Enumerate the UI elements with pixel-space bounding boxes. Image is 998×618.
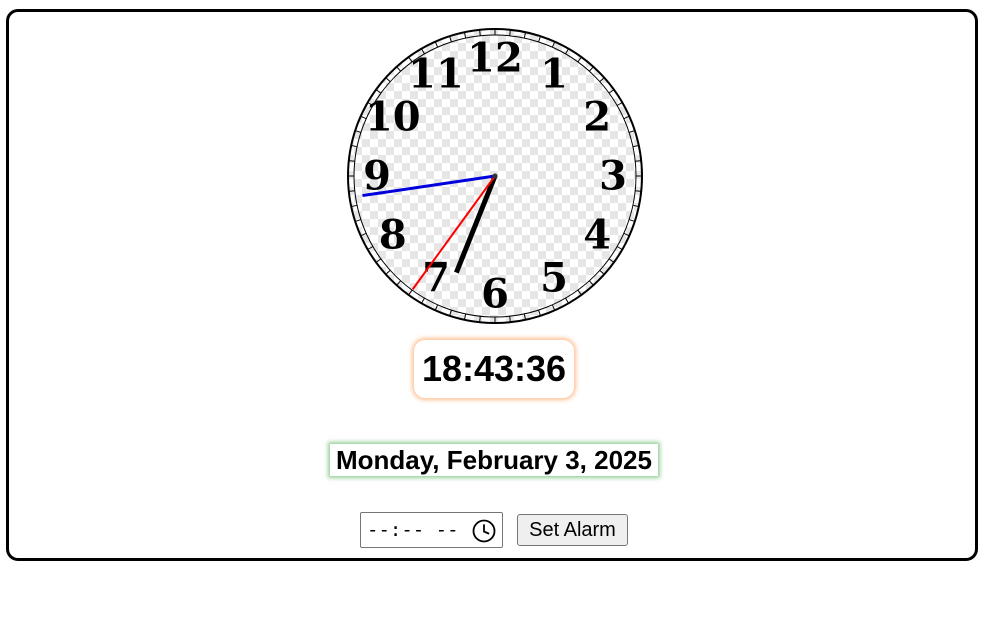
clock-numeral: 3 bbox=[599, 153, 627, 200]
clock-tick bbox=[635, 160, 642, 162]
clock-tick bbox=[348, 190, 355, 192]
clock-tick bbox=[509, 316, 511, 323]
clock-tick bbox=[635, 190, 642, 192]
clock-numeral: 7 bbox=[422, 255, 450, 302]
analog-clock-face: 12 1234567891011 bbox=[347, 28, 643, 324]
clock-center-pin bbox=[492, 173, 498, 179]
clock-numeral: 8 bbox=[379, 212, 407, 259]
clock-numeral: 11 bbox=[408, 50, 464, 97]
set-alarm-button[interactable]: Set Alarm bbox=[517, 514, 628, 546]
clock-tick bbox=[348, 160, 355, 162]
alarm-time-input[interactable]: --:-- -- bbox=[360, 512, 503, 548]
clock-numeral: 12 bbox=[467, 35, 523, 82]
analog-clock: 12 1 2 3 4 5 6 7 8 9 10 11 bbox=[346, 27, 644, 325]
date-display: Monday, February 3, 2025 bbox=[336, 444, 652, 475]
clock-icon[interactable] bbox=[472, 519, 496, 543]
clock-numeral: 2 bbox=[583, 94, 611, 141]
clock-numeral: 6 bbox=[481, 271, 509, 318]
digital-time: 18:43:36 bbox=[421, 348, 567, 389]
clock-numeral: 5 bbox=[540, 255, 568, 302]
clock-numeral: 10 bbox=[365, 94, 421, 141]
date-box: Monday, February 3, 2025 bbox=[330, 444, 658, 476]
digital-time-box: 18:43:36 bbox=[414, 340, 574, 398]
alarm-time-placeholder: --:-- -- bbox=[367, 519, 459, 541]
clock-numeral: 1 bbox=[540, 50, 568, 97]
clock-numeral: 4 bbox=[583, 212, 611, 259]
